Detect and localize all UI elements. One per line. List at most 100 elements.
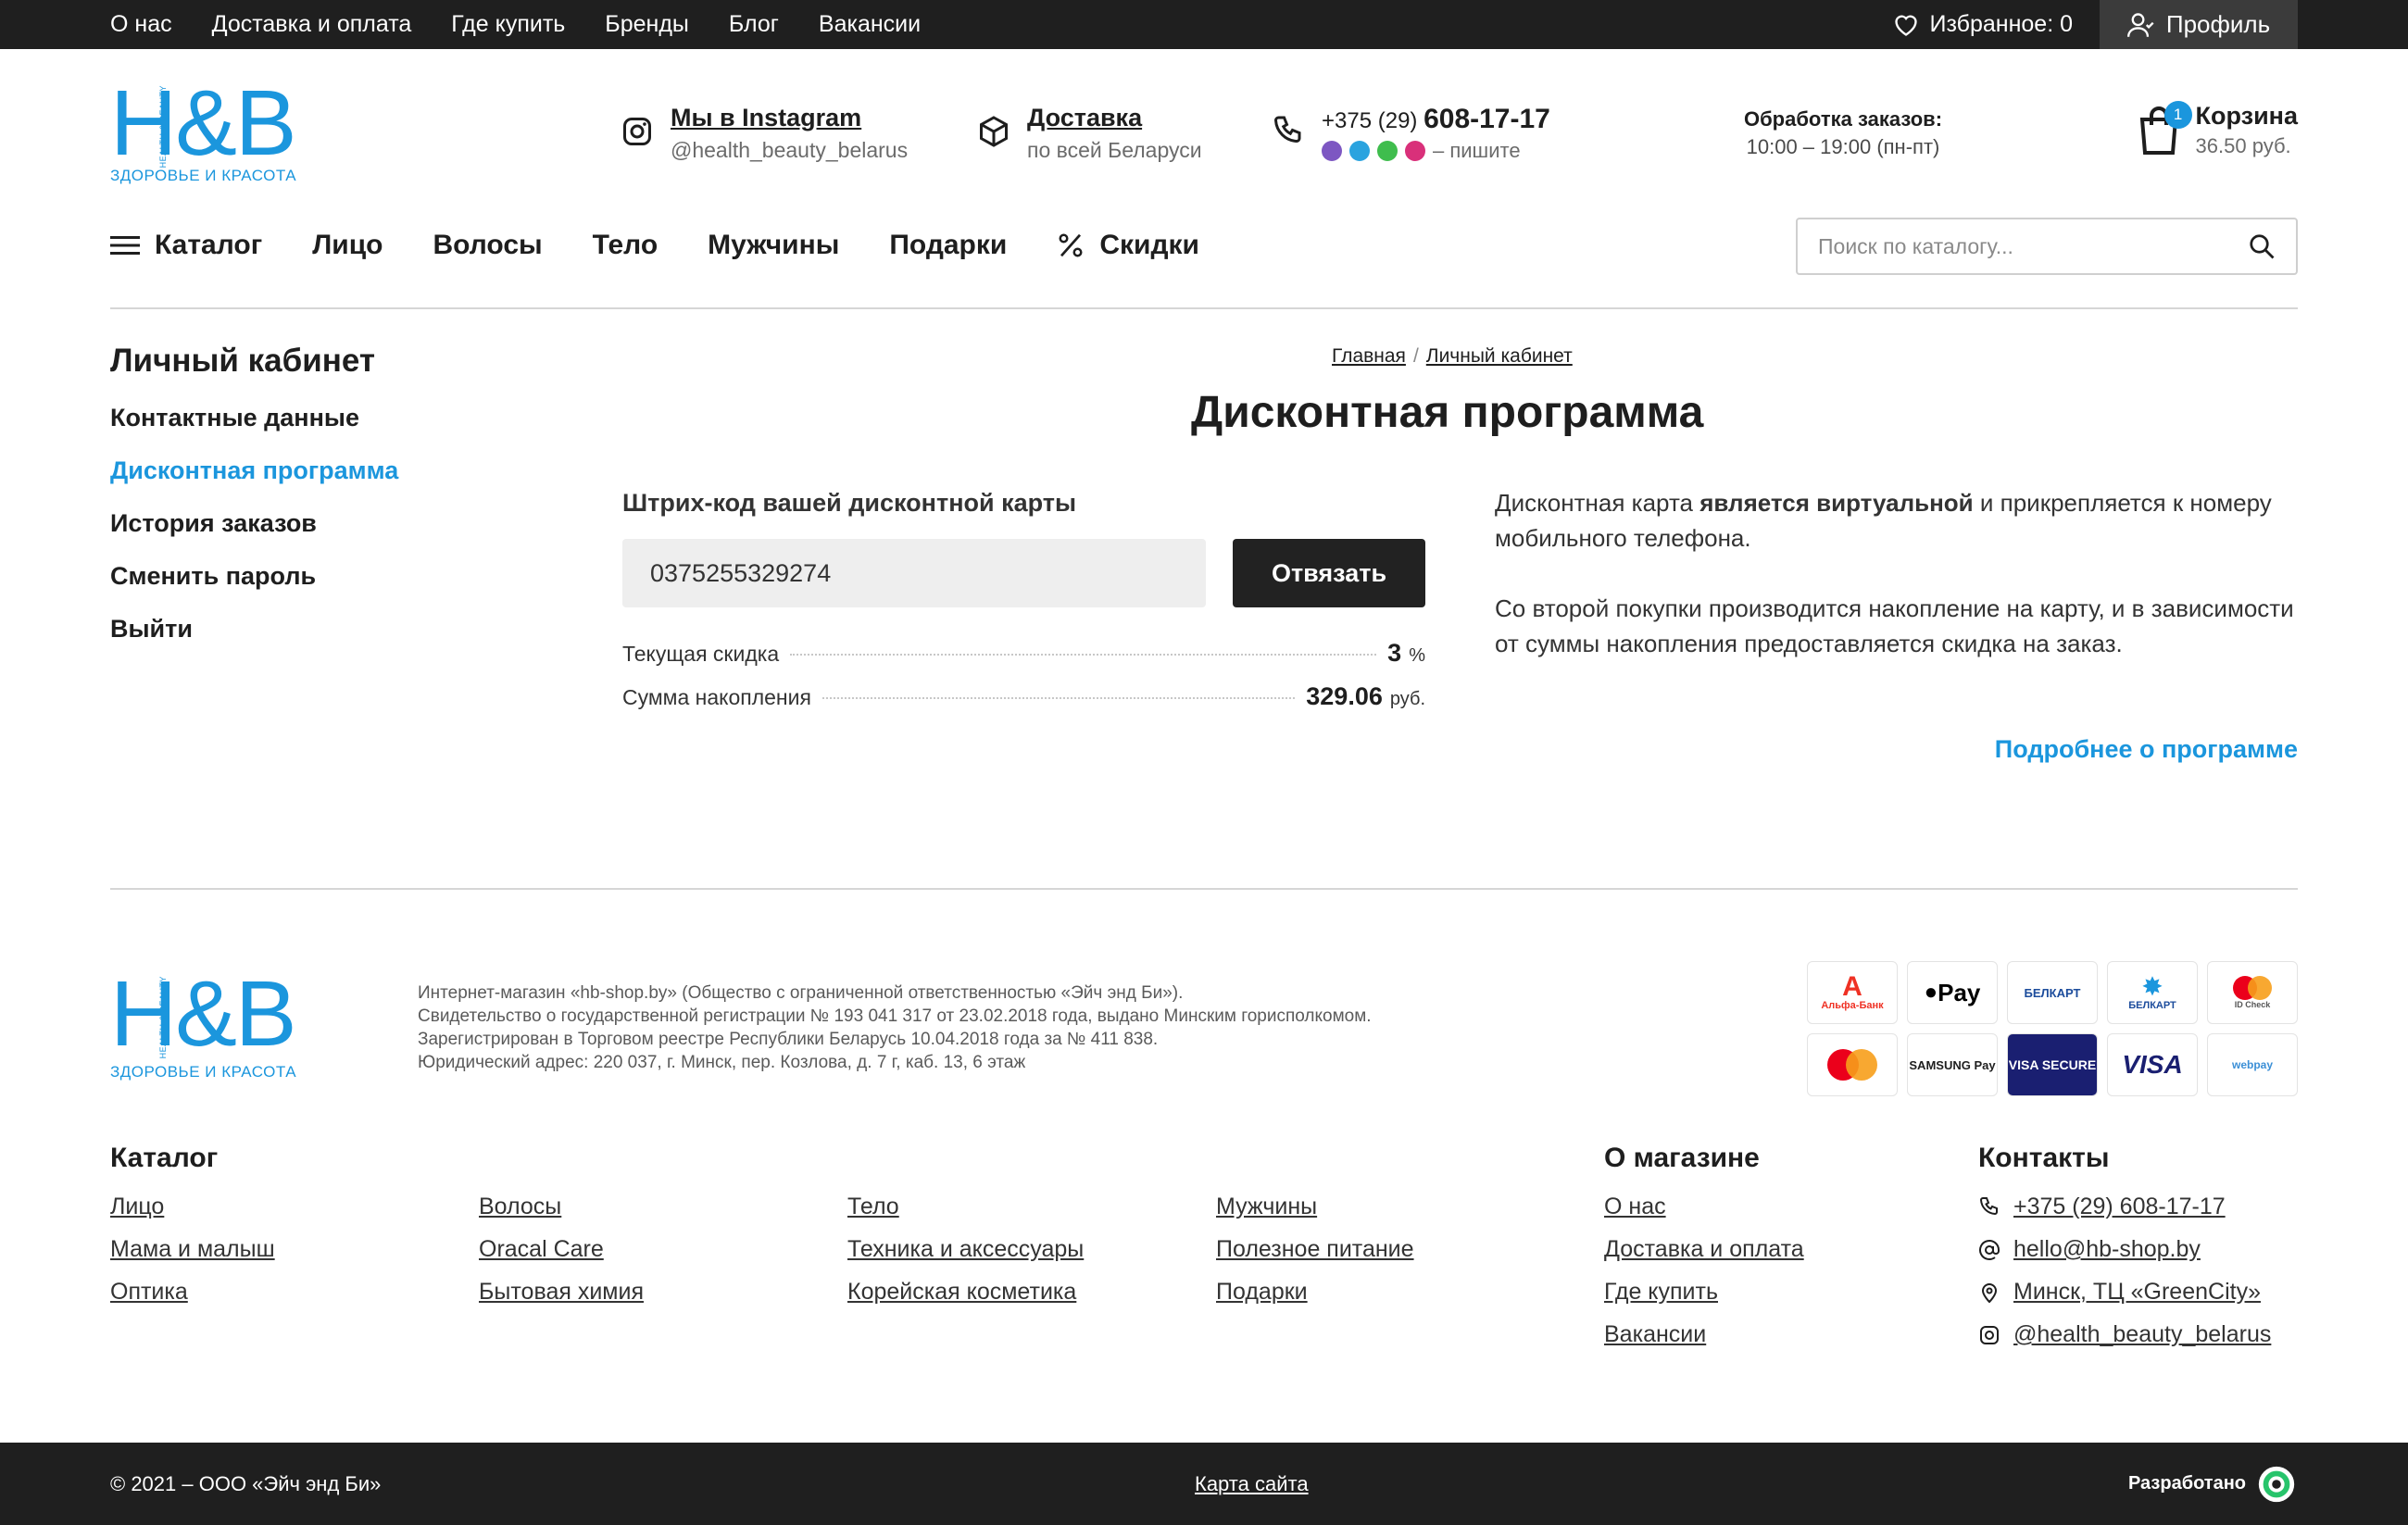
accumulated-sum-row: Сумма накопления 329.06 руб. <box>622 682 1425 711</box>
developer-link[interactable]: Разработано <box>2128 1443 2298 1525</box>
footer-link[interactable]: Тело <box>847 1194 1084 1220</box>
footer-link[interactable]: Техника и аксессуары <box>847 1236 1084 1263</box>
footer-link[interactable]: Полезное питание <box>1216 1236 1414 1263</box>
breadcrumb-home[interactable]: Главная <box>1332 345 1406 367</box>
logo-tagline: ЗДОРОВЬЕ И КРАСОТА <box>110 1063 297 1081</box>
instagram-small-icon[interactable] <box>1405 141 1425 161</box>
phone-icon <box>1979 1196 1998 1215</box>
top-nav-brands[interactable]: Бренды <box>605 11 689 38</box>
at-icon <box>1979 1239 2000 1260</box>
page-title: Дисконтная программа <box>1191 388 1704 437</box>
footer-phone[interactable]: +375 (29) 608-17-17 <box>1978 1194 2271 1220</box>
search-input[interactable] <box>1818 233 2248 259</box>
footer-instagram[interactable]: @health_beauty_belarus <box>1978 1321 2271 1348</box>
footer-link[interactable]: Корейская косметика <box>847 1279 1084 1306</box>
favorites-label: Избранное: 0 <box>1929 11 2074 37</box>
footer-address[interactable]: Минск, ТЦ «GreenCity» <box>1978 1279 2271 1306</box>
webpay-icon: webpay <box>2207 1033 2298 1096</box>
program-details-link[interactable]: Подробнее о программе <box>1995 735 2298 764</box>
profile-button[interactable]: Профиль <box>2100 0 2298 49</box>
phone-link[interactable]: +375 (29) 608-17-17 <box>1322 104 1550 134</box>
nav-sale[interactable]: Скидки <box>1057 230 1199 261</box>
footer-link[interactable]: Бытовая химия <box>479 1279 644 1306</box>
heart-icon <box>1894 15 1917 36</box>
nav-gifts[interactable]: Подарки <box>889 230 1007 261</box>
cart-count-badge: 1 <box>2163 100 2192 129</box>
nav-face[interactable]: Лицо <box>312 230 383 261</box>
unlink-button[interactable]: Отвязать <box>1233 539 1425 607</box>
footer-divider <box>110 888 2298 890</box>
search-box <box>1796 218 2298 275</box>
alfa-bank-icon: А Альфа-Банк <box>1807 961 1898 1024</box>
footer-logo[interactable]: H&B HEALTH & BEAUTY ЗДОРОВЬЕ И КРАСОТА <box>110 962 314 1081</box>
visa-icon: VISA <box>2107 1033 2198 1096</box>
footer-email[interactable]: hello@hb-shop.by <box>1978 1236 2271 1263</box>
webpay-label: webpay <box>2231 1058 2273 1071</box>
nav-hair[interactable]: Волосы <box>433 230 543 261</box>
legal-line: Интернет-магазин «hb-shop.by» (Общество … <box>418 983 1184 1003</box>
footer-link[interactable]: Мужчины <box>1216 1194 1414 1220</box>
menu-discount-program[interactable]: Дисконтная программа <box>110 456 398 485</box>
id-check-label: ID Check <box>2234 1000 2271 1009</box>
footer-contacts-title: Контакты <box>1978 1143 2110 1173</box>
menu-contact-data[interactable]: Контактные данные <box>110 404 398 432</box>
logo[interactable]: H&B HEALTH & BEAUTY ЗДОРОВЬЕ И КРАСОТА <box>110 71 305 185</box>
nav-body[interactable]: Тело <box>593 230 658 261</box>
footer-link[interactable]: Волосы <box>479 1194 644 1220</box>
legal-line: Юридический адрес: 220 037, г. Минск, пе… <box>418 1053 1026 1072</box>
menu-logout[interactable]: Выйти <box>110 615 398 644</box>
footer-link[interactable]: Подарки <box>1216 1279 1414 1306</box>
visa-secure-icon: VISA SECURE <box>2007 1033 2098 1096</box>
favorites-link[interactable]: Избранное: 0 <box>1893 0 2074 49</box>
footer-link[interactable]: Мама и малыш <box>110 1236 275 1263</box>
top-nav-about[interactable]: О нас <box>110 11 172 38</box>
top-nav-vacancies[interactable]: Вакансии <box>819 11 921 38</box>
cart-button[interactable]: 1 Корзина 36.50 руб. <box>2137 100 2298 158</box>
logo-vertical-text: HEALTH & BEAUTY <box>158 976 168 1059</box>
top-nav: О нас Доставка и оплата Где купить Бренд… <box>110 0 921 49</box>
footer-contacts-list: +375 (29) 608-17-17 hello@hb-shop.by Мин… <box>1978 1194 2271 1348</box>
breadcrumb-separator: / <box>1412 345 1419 367</box>
menu-order-history[interactable]: История заказов <box>110 509 398 538</box>
delivery-block: Доставка по всей Беларуси <box>977 104 1202 163</box>
delivery-link[interactable]: Доставка <box>1027 104 1142 131</box>
info-paragraph-2: Со второй покупки производится накоплени… <box>1495 594 2294 657</box>
top-nav-delivery[interactable]: Доставка и оплата <box>212 11 412 38</box>
breadcrumb-account[interactable]: Личный кабинет <box>1426 345 1573 367</box>
legal-line: Свидетельство о государственной регистра… <box>418 1006 1372 1026</box>
logo-mark: H&B <box>110 962 297 1066</box>
bottom-bar: © 2021 – ООО «Эйч энд Би» Карта сайта Ра… <box>0 1443 2408 1525</box>
top-nav-where-to-buy[interactable]: Где купить <box>451 11 565 38</box>
footer-link[interactable]: Доставка и оплата <box>1604 1236 1804 1263</box>
footer-catalog-col-3: Тело Техника и аксессуары Корейская косм… <box>847 1194 1084 1306</box>
info-bold-text: является виртуальной <box>1699 489 1974 517</box>
sitemap-link[interactable]: Карта сайта <box>1195 1443 1309 1525</box>
visa-label: VISA <box>2122 1050 2183 1079</box>
footer-link[interactable]: Где купить <box>1604 1279 1804 1306</box>
nav-men[interactable]: Мужчины <box>708 230 839 261</box>
viber-icon[interactable] <box>1322 141 1342 161</box>
search-icon[interactable] <box>2248 232 2276 260</box>
belkart-label: БЕЛКАРТ <box>2128 1000 2176 1011</box>
catalog-menu-button[interactable]: Каталог <box>110 230 262 261</box>
footer-link[interactable]: Лицо <box>110 1194 275 1220</box>
footer-catalog-col-4: Мужчины Полезное питание Подарки <box>1216 1194 1414 1306</box>
visa-secure-label: VISA SECURE <box>2008 1057 2097 1072</box>
footer-link[interactable]: О нас <box>1604 1194 1804 1220</box>
footer-link[interactable]: Oracal Care <box>479 1236 644 1263</box>
phone-icon <box>1273 116 1301 144</box>
phone-number: 608-17-17 <box>1423 104 1550 134</box>
footer-link[interactable]: Вакансии <box>1604 1321 1804 1348</box>
menu-change-password[interactable]: Сменить пароль <box>110 562 398 591</box>
belkart-label: БЕЛКАРТ <box>2024 985 2081 1000</box>
whatsapp-icon[interactable] <box>1377 141 1398 161</box>
logo-mark: H&B <box>110 71 297 175</box>
apple-pay-label: Pay <box>1938 978 1981 1006</box>
top-nav-blog[interactable]: Блог <box>729 11 779 38</box>
footer-link[interactable]: Оптика <box>110 1279 275 1306</box>
hamburger-icon <box>110 236 140 255</box>
instagram-link[interactable]: Мы в Instagram <box>671 104 861 131</box>
sale-label: Скидки <box>1099 230 1199 260</box>
accumulated-sum-label: Сумма накопления <box>622 685 811 709</box>
telegram-icon[interactable] <box>1349 141 1370 161</box>
